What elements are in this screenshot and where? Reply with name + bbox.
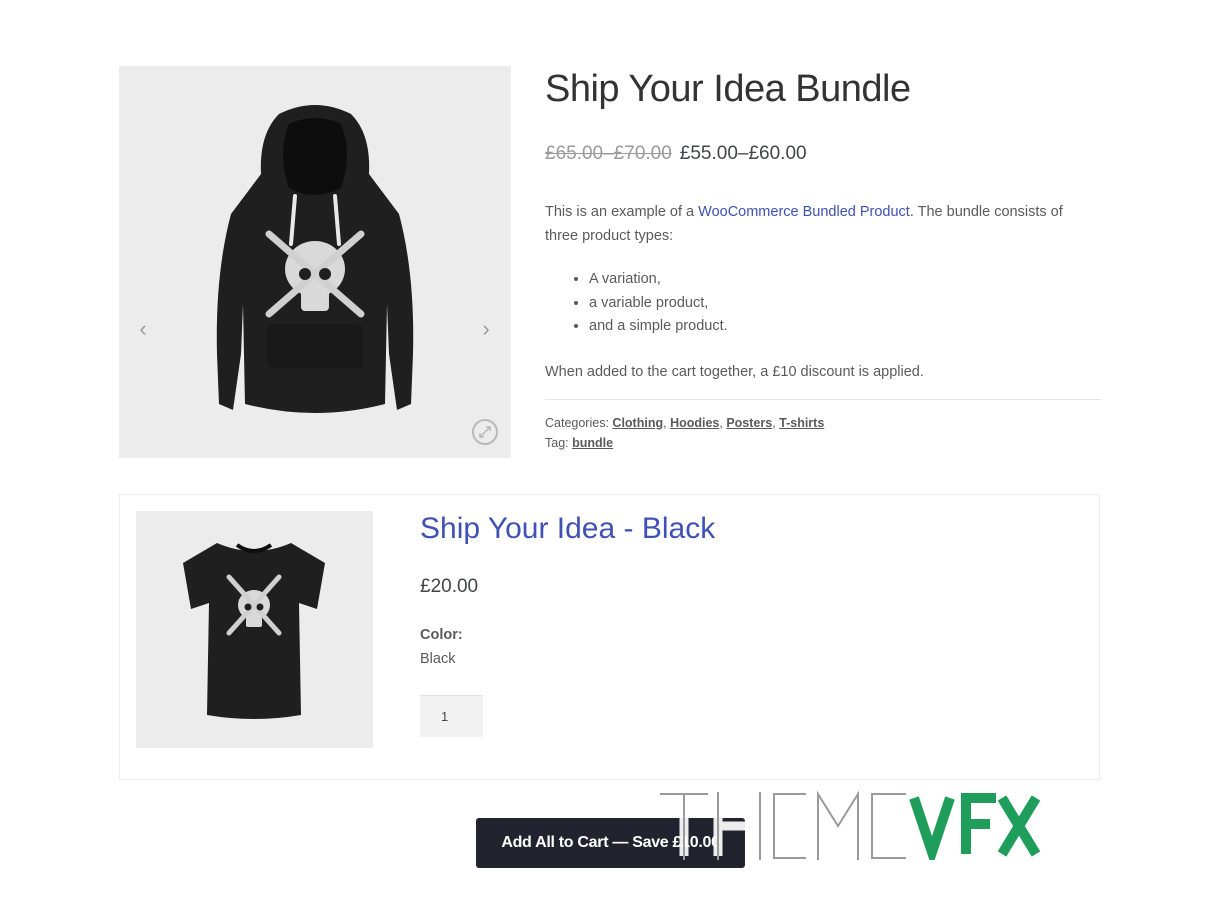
tag-link-bundle[interactable]: bundle (572, 436, 613, 450)
bundled-item-details: Ship Your Idea - Black £20.00 Color: Bla… (420, 509, 715, 737)
bundled-item: Ship Your Idea - Black £20.00 Color: Bla… (119, 494, 1100, 780)
price-old: £65.00–£70.00 (545, 143, 672, 164)
zoom-icon[interactable] (472, 419, 498, 445)
tag-label: Tag: (545, 435, 569, 450)
themevfx-watermark-logo (660, 790, 1041, 860)
bundled-product-link[interactable]: WooCommerce Bundled Product (698, 204, 910, 220)
feature-list: A variation, a variable product, and a s… (589, 268, 1101, 339)
category-link-tshirts[interactable]: T-shirts (779, 416, 824, 430)
feature-item: and a simple product. (589, 315, 1101, 339)
tshirt-image (183, 543, 325, 719)
bundled-item-title[interactable]: Ship Your Idea - Black (420, 509, 715, 549)
tag-row: Tag: bundle (545, 433, 1101, 453)
product-summary: Ship Your Idea Bundle £65.00–£70.00 £55.0… (545, 66, 1101, 453)
discount-note: When added to the cart together, a £10 d… (545, 363, 924, 380)
chevron-left-icon[interactable]: ‹ (133, 316, 153, 342)
quantity-input[interactable] (420, 695, 483, 737)
categories-label: Categories: (545, 415, 609, 430)
expand-icon (479, 426, 491, 438)
product-description: This is an example of a WooCommerce Bund… (545, 200, 1085, 248)
hoodie-image (216, 105, 414, 413)
feature-item: a variable product, (589, 292, 1101, 316)
chevron-right-icon[interactable]: › (476, 316, 496, 342)
category-link-posters[interactable]: Posters (726, 416, 772, 430)
category-link-clothing[interactable]: Clothing (612, 416, 663, 430)
color-value: Black (420, 651, 456, 667)
categories-row: Categories: Clothing, Hoodies, Posters, … (545, 415, 825, 430)
product-meta: Categories: Clothing, Hoodies, Posters, … (545, 413, 1101, 453)
color-label: Color: (420, 627, 463, 643)
category-link-hoodies[interactable]: Hoodies (670, 416, 719, 430)
bundled-item-price: £20.00 (420, 576, 479, 597)
bundled-item-thumbnail[interactable] (136, 511, 373, 748)
product-title: Ship Your Idea Bundle (545, 68, 911, 110)
divider (545, 398, 1101, 400)
feature-item: A variation, (589, 268, 1101, 292)
product-price: £65.00–£70.00 £55.00–£60.00 (545, 142, 1101, 166)
product-gallery[interactable]: ‹ › (119, 66, 511, 458)
description-text: This is an example of a (545, 204, 699, 220)
price-new: £55.00–£60.00 (679, 143, 807, 164)
